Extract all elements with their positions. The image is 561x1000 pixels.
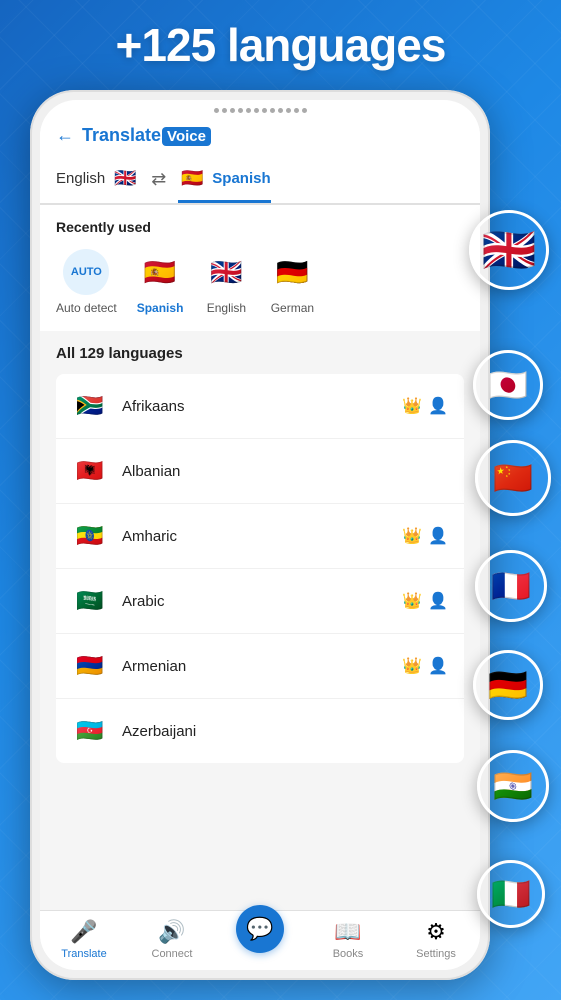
settings-icon: ⚙	[426, 919, 446, 945]
phone-frame: ← TranslateVoice English 🇬🇧 ⇄ 🇪🇸 Spanish	[30, 90, 490, 980]
afrikaans-flag: 🇿🇦	[72, 388, 108, 424]
app-logo: TranslateVoice	[82, 125, 211, 146]
phone-inner: ← TranslateVoice English 🇬🇧 ⇄ 🇪🇸 Spanish	[40, 100, 480, 970]
armenian-name: Armenian	[122, 658, 402, 675]
float-flag-de: 🇩🇪	[473, 650, 543, 720]
connect-label: Connect	[152, 948, 193, 960]
spanish-flag-icon: 🇪🇸	[137, 249, 183, 295]
nav-books[interactable]: 📖 Books	[304, 919, 392, 960]
float-flag-jp: 🇯🇵	[473, 350, 543, 420]
recent-item-english[interactable]: 🇬🇧 English	[203, 249, 249, 315]
target-language-label: Spanish	[212, 170, 270, 187]
afrikaans-name: Afrikaans	[122, 398, 402, 415]
status-bar	[40, 100, 480, 117]
books-label: Books	[333, 948, 364, 960]
nav-translate[interactable]: 🎤 Translate	[40, 919, 128, 960]
crown-icon: 👑	[402, 591, 422, 611]
arabic-name: Arabic	[122, 593, 402, 610]
nav-settings[interactable]: ⚙ Settings	[392, 919, 480, 960]
settings-label: Settings	[416, 948, 456, 960]
albanian-name: Albanian	[122, 463, 448, 480]
armenian-flag: 🇦🇲	[72, 648, 108, 684]
float-flag-uk: 🇬🇧	[469, 210, 549, 290]
translate-label: Translate	[61, 948, 106, 960]
target-flag: 🇪🇸	[178, 164, 206, 192]
crown-icon: 👑	[402, 396, 422, 416]
float-flag-in: 🇮🇳	[477, 750, 549, 822]
bottom-navigation: 🎤 Translate 🔊 Connect 💬 📖 Books	[40, 910, 480, 970]
german-label: German	[271, 301, 314, 315]
chat-icon: 💬	[246, 916, 273, 942]
hero-title: +125 languages	[0, 18, 561, 72]
afrikaans-badges: 👑 👤	[402, 396, 448, 416]
nav-center[interactable]: 💬	[216, 919, 304, 960]
float-flag-it: 🇮🇹	[477, 860, 545, 928]
scroll-content: Recently used AUTO Auto detect 🇪🇸 Spanis…	[40, 205, 480, 910]
albanian-flag: 🇦🇱	[72, 453, 108, 489]
auto-detect-icon: AUTO	[63, 249, 109, 295]
recent-item-spanish[interactable]: 🇪🇸 Spanish	[137, 249, 184, 315]
voice-icon: 👤	[428, 526, 448, 546]
arabic-flag: 🇸🇦	[72, 583, 108, 619]
english-flag-icon: 🇬🇧	[203, 249, 249, 295]
english-label: English	[207, 301, 246, 315]
all-languages-title: All 129 languages	[56, 345, 464, 362]
lang-row-arabic[interactable]: 🇸🇦 Arabic 👑 👤	[56, 569, 464, 634]
source-language-button[interactable]: English 🇬🇧	[56, 164, 139, 203]
app-header: ← TranslateVoice	[40, 117, 480, 154]
auto-detect-label: Auto detect	[56, 301, 117, 315]
armenian-badges: 👑 👤	[402, 656, 448, 676]
recently-used-section: Recently used AUTO Auto detect 🇪🇸 Spanis…	[40, 205, 480, 331]
source-language-label: English	[56, 170, 105, 187]
translate-icon: 🎤	[70, 919, 97, 945]
source-flag: 🇬🇧	[111, 164, 139, 192]
recent-item-german[interactable]: 🇩🇪 German	[269, 249, 315, 315]
nav-connect[interactable]: 🔊 Connect	[128, 919, 216, 960]
amharic-name: Amharic	[122, 528, 402, 545]
recent-items-list: AUTO Auto detect 🇪🇸 Spanish 🇬🇧 English	[56, 249, 464, 315]
center-action-button[interactable]: 💬	[236, 905, 284, 953]
target-language-button[interactable]: 🇪🇸 Spanish	[178, 164, 270, 203]
connect-icon: 🔊	[158, 919, 185, 945]
recent-item-auto[interactable]: AUTO Auto detect	[56, 249, 117, 315]
voice-icon: 👤	[428, 591, 448, 611]
float-flag-cn: 🇨🇳	[475, 440, 551, 516]
lang-row-albanian[interactable]: 🇦🇱 Albanian	[56, 439, 464, 504]
voice-icon: 👤	[428, 656, 448, 676]
language-list: 🇿🇦 Afrikaans 👑 👤 🇦🇱 Albanian 🇪🇹	[56, 374, 464, 763]
lang-row-armenian[interactable]: 🇦🇲 Armenian 👑 👤	[56, 634, 464, 699]
swap-languages-button[interactable]: ⇄	[151, 169, 166, 198]
azerbaijani-name: Azerbaijani	[122, 723, 448, 740]
amharic-flag: 🇪🇹	[72, 518, 108, 554]
lang-row-afrikaans[interactable]: 🇿🇦 Afrikaans 👑 👤	[56, 374, 464, 439]
float-flag-fr: 🇫🇷	[475, 550, 547, 622]
books-icon: 📖	[334, 919, 361, 945]
azerbaijani-flag: 🇦🇿	[72, 713, 108, 749]
recently-used-title: Recently used	[56, 219, 464, 235]
language-selector: English 🇬🇧 ⇄ 🇪🇸 Spanish	[40, 154, 480, 205]
german-flag-icon: 🇩🇪	[269, 249, 315, 295]
spanish-label: Spanish	[137, 301, 184, 315]
crown-icon: 👑	[402, 526, 422, 546]
voice-icon: 👤	[428, 396, 448, 416]
back-button[interactable]: ←	[56, 125, 74, 146]
amharic-badges: 👑 👤	[402, 526, 448, 546]
lang-row-azerbaijani[interactable]: 🇦🇿 Azerbaijani	[56, 699, 464, 763]
arabic-badges: 👑 👤	[402, 591, 448, 611]
crown-icon: 👑	[402, 656, 422, 676]
lang-row-amharic[interactable]: 🇪🇹 Amharic 👑 👤	[56, 504, 464, 569]
all-languages-section: All 129 languages	[40, 331, 480, 374]
